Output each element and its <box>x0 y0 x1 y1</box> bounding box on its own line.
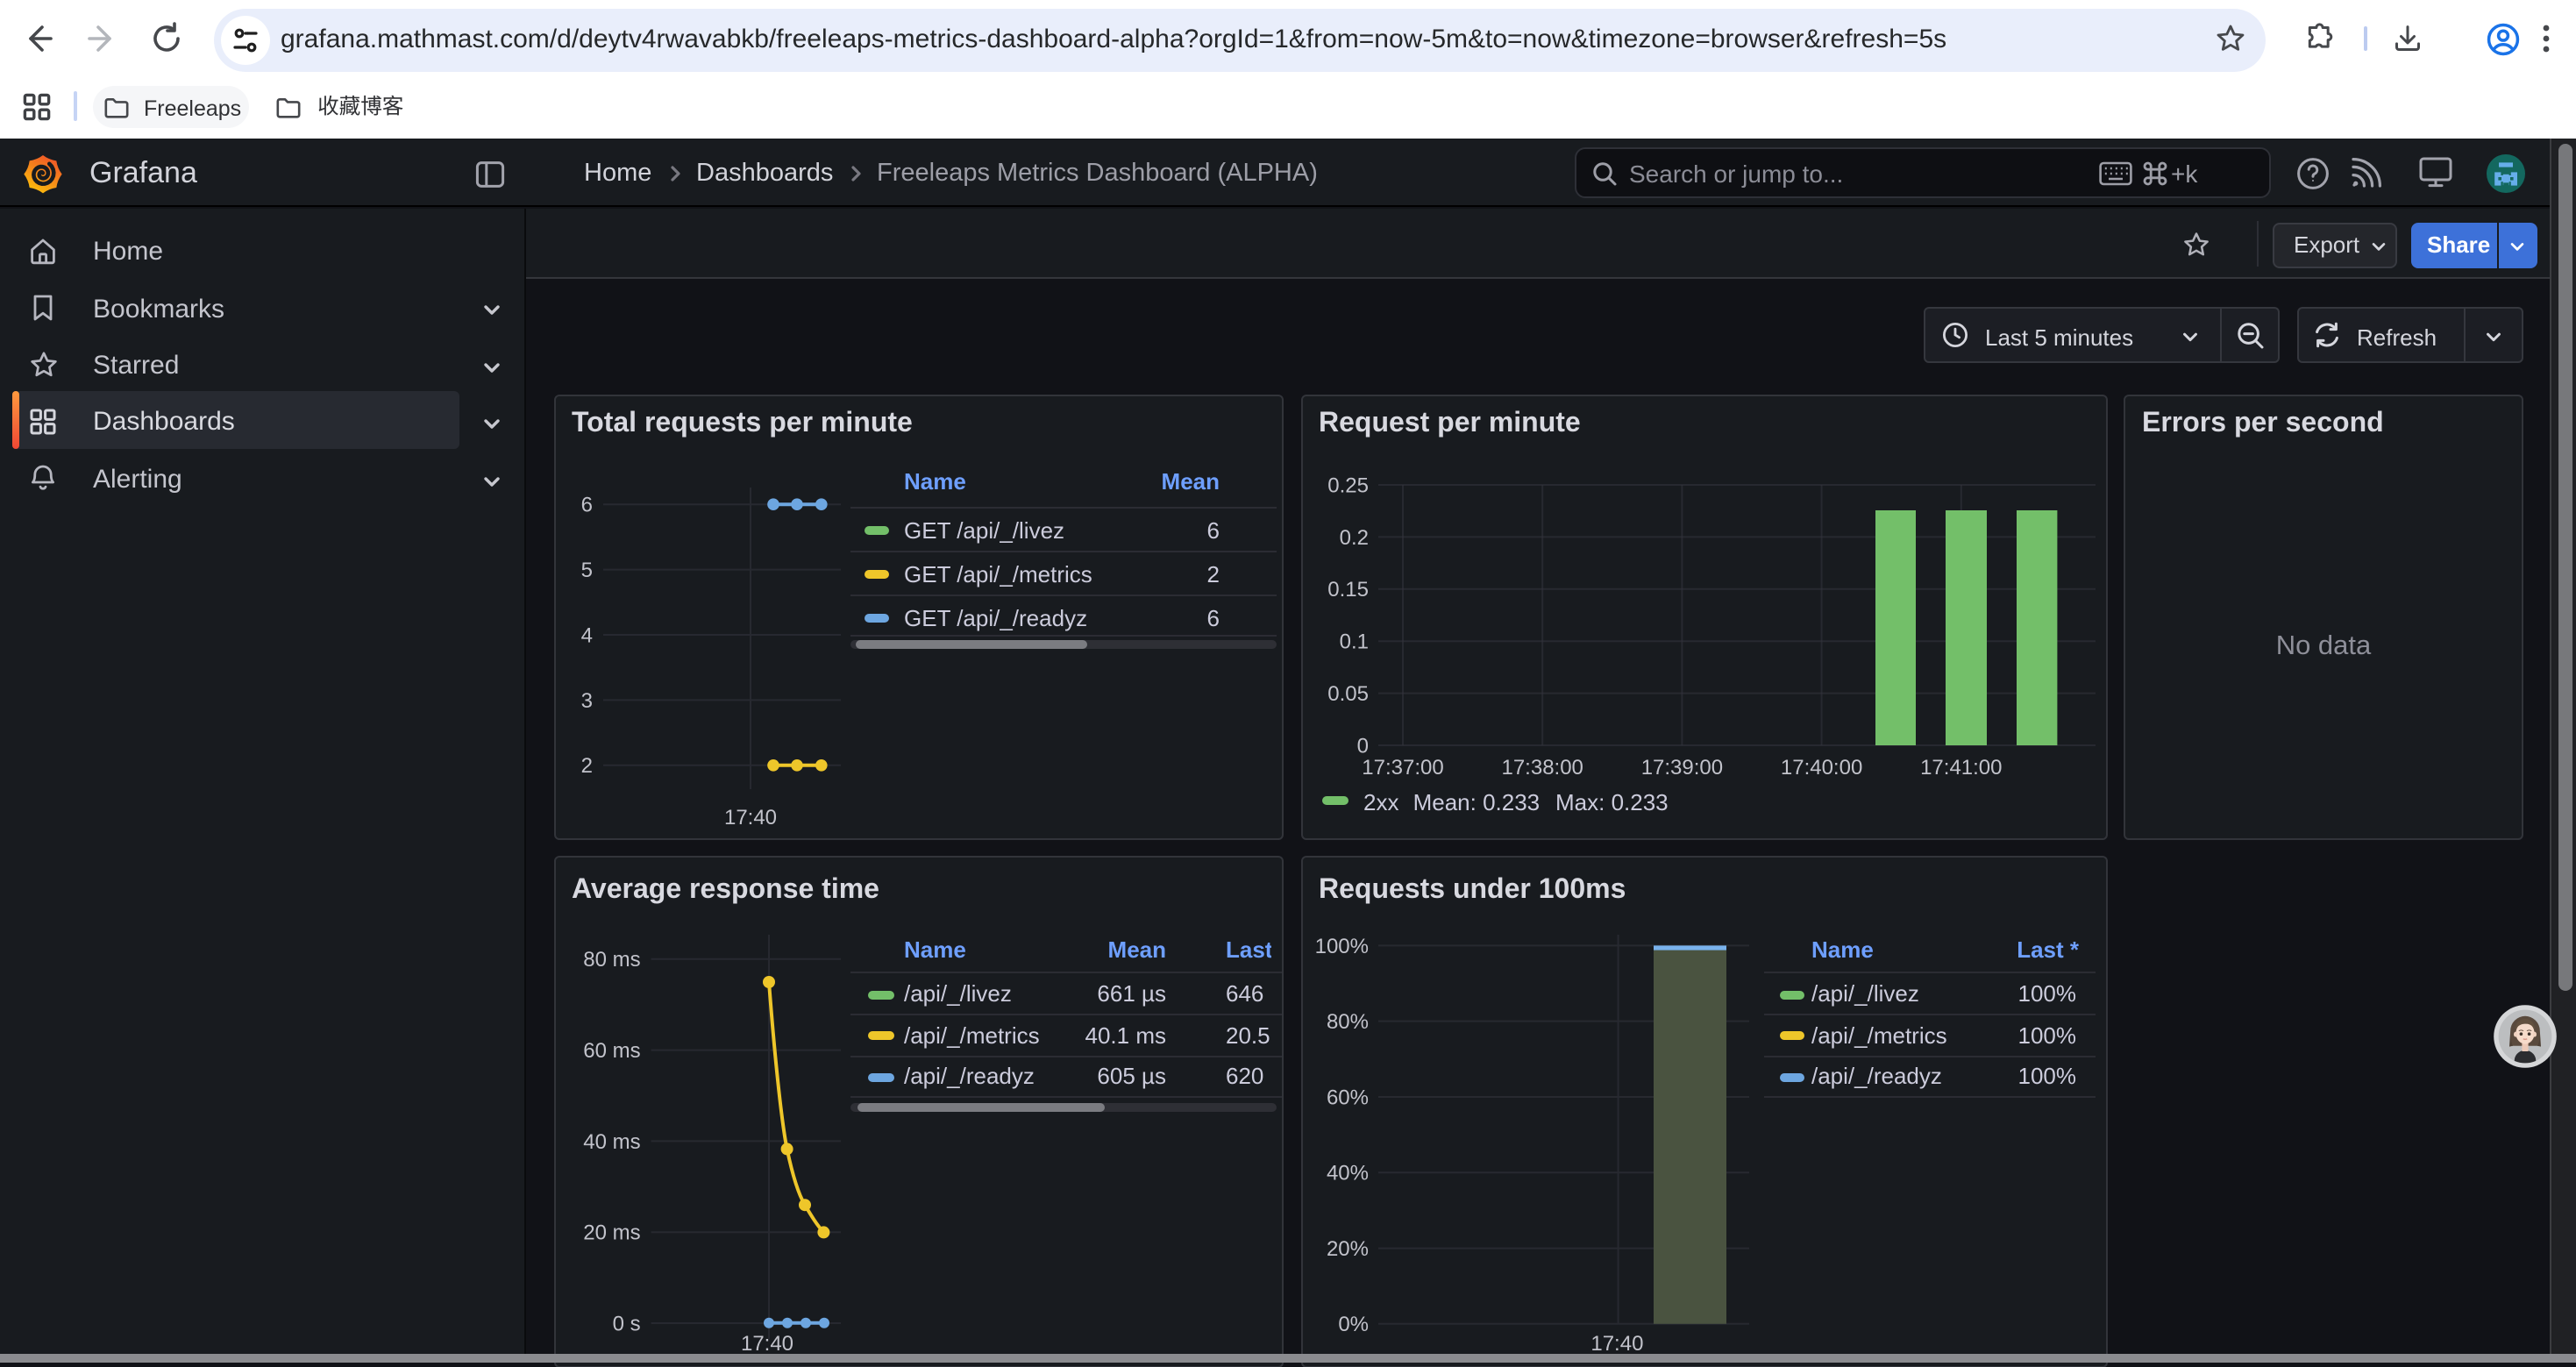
svg-text:4: 4 <box>581 623 593 647</box>
svg-text:20 ms: 20 ms <box>583 1221 640 1244</box>
svg-text:0.05: 0.05 <box>1327 682 1368 706</box>
svg-text:6: 6 <box>581 494 593 517</box>
svg-text:17:40: 17:40 <box>741 1331 793 1355</box>
svg-text:0.15: 0.15 <box>1327 578 1368 602</box>
svg-text:17:40: 17:40 <box>1590 1331 1642 1355</box>
svg-text:20%: 20% <box>1326 1236 1368 1260</box>
svg-text:3: 3 <box>581 689 593 713</box>
svg-text:0.25: 0.25 <box>1327 473 1368 497</box>
svg-text:0 s: 0 s <box>613 1311 641 1335</box>
svg-text:17:37:00: 17:37:00 <box>1361 756 1442 780</box>
svg-text:17:40: 17:40 <box>724 806 777 829</box>
svg-text:5: 5 <box>581 559 593 582</box>
svg-text:0: 0 <box>1356 734 1368 758</box>
svg-text:17:40:00: 17:40:00 <box>1780 756 1861 780</box>
svg-text:80%: 80% <box>1326 1009 1368 1033</box>
svg-text:2: 2 <box>581 754 593 778</box>
svg-text:60%: 60% <box>1326 1085 1368 1108</box>
svg-text:40%: 40% <box>1326 1161 1368 1185</box>
svg-text:17:39:00: 17:39:00 <box>1640 756 1722 780</box>
svg-text:0%: 0% <box>1337 1312 1368 1335</box>
svg-text:60 ms: 60 ms <box>583 1038 640 1062</box>
svg-text:17:41:00: 17:41:00 <box>1919 756 2001 780</box>
svg-text:100%: 100% <box>1314 934 1368 958</box>
svg-text:0.2: 0.2 <box>1339 526 1368 550</box>
svg-text:40 ms: 40 ms <box>583 1129 640 1153</box>
svg-text:17:38:00: 17:38:00 <box>1500 756 1582 780</box>
svg-text:0.1: 0.1 <box>1339 630 1368 654</box>
svg-text:80 ms: 80 ms <box>583 947 640 971</box>
